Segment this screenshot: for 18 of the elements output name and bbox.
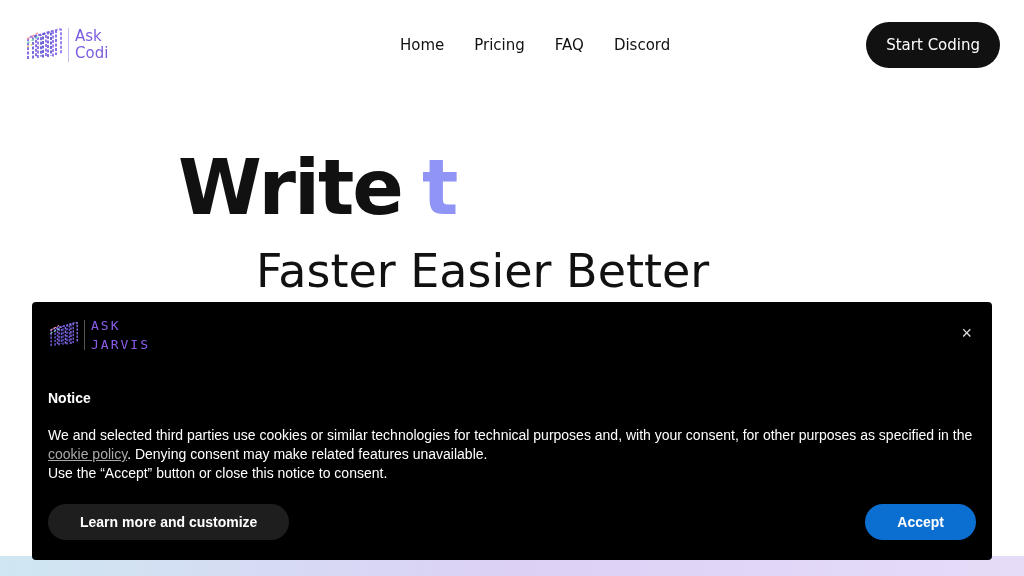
notice-text: We and selected third parties use cookies or similar technologies for technical purposes and, with your consent, for other purposes as specified in the cookie policy. Denying consent may make related features unavailable. — [48, 426, 974, 464]
notice-heading: Notice — [48, 390, 92, 406]
hero-title: Write — [178, 152, 402, 224]
logo-text: ASK — [91, 317, 122, 335]
nav-link[interactable]: Discord — [613, 36, 671, 54]
typed-text: t — [421, 152, 459, 224]
logo-text: Ask — [75, 28, 103, 45]
nav-link[interactable]: FAQ — [554, 36, 584, 54]
notice-text: Use the “Accept” button or close this notice to consent. — [48, 464, 389, 483]
nav-link[interactable]: Pricing — [474, 36, 525, 54]
accept-button[interactable]: Accept — [865, 504, 976, 540]
customize-button[interactable]: Learn more and customize — [48, 504, 290, 540]
start-coding-button[interactable]: Start Coding — [866, 22, 1000, 68]
hero-subtitle: Faster Easier Better — [256, 246, 711, 296]
close-button[interactable]: × — [957, 324, 976, 342]
logo-text: JARVIS — [91, 336, 150, 354]
nav-link[interactable]: Home — [399, 36, 445, 54]
logo-text: Codi — [75, 45, 109, 62]
